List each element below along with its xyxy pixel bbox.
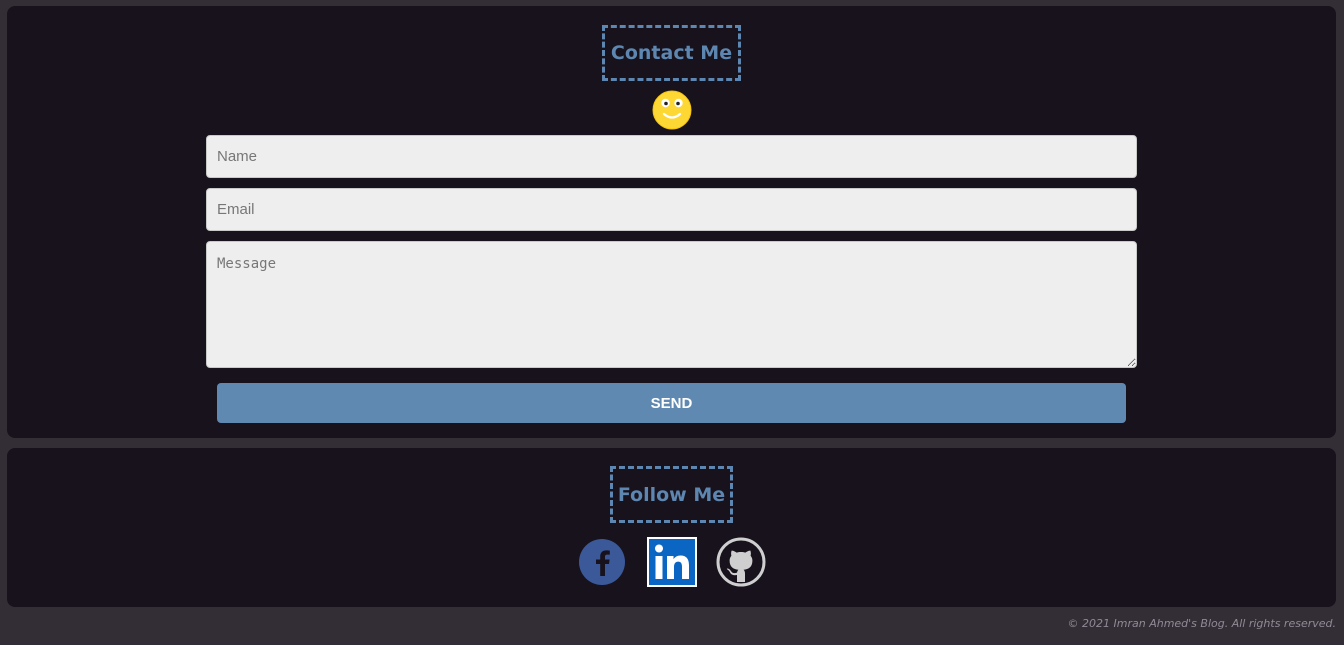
facebook-link[interactable] (577, 537, 627, 587)
email-input[interactable] (206, 188, 1137, 231)
linkedin-icon (647, 537, 697, 587)
send-button[interactable]: SEND (217, 383, 1126, 423)
contact-heading: Contact Me (602, 25, 741, 81)
github-icon (716, 537, 766, 587)
follow-panel: Follow Me (7, 448, 1336, 607)
facebook-icon (579, 539, 625, 585)
copyright-text: © 2021 Imran Ahmed's Blog. All rights re… (1067, 617, 1336, 630)
smiley-icon (652, 90, 692, 130)
github-link[interactable] (716, 537, 766, 587)
linkedin-link[interactable] (647, 537, 697, 587)
message-textarea[interactable] (206, 241, 1137, 368)
name-input[interactable] (206, 135, 1137, 178)
follow-heading: Follow Me (610, 466, 733, 523)
contact-panel: Contact Me SEND (7, 6, 1336, 438)
